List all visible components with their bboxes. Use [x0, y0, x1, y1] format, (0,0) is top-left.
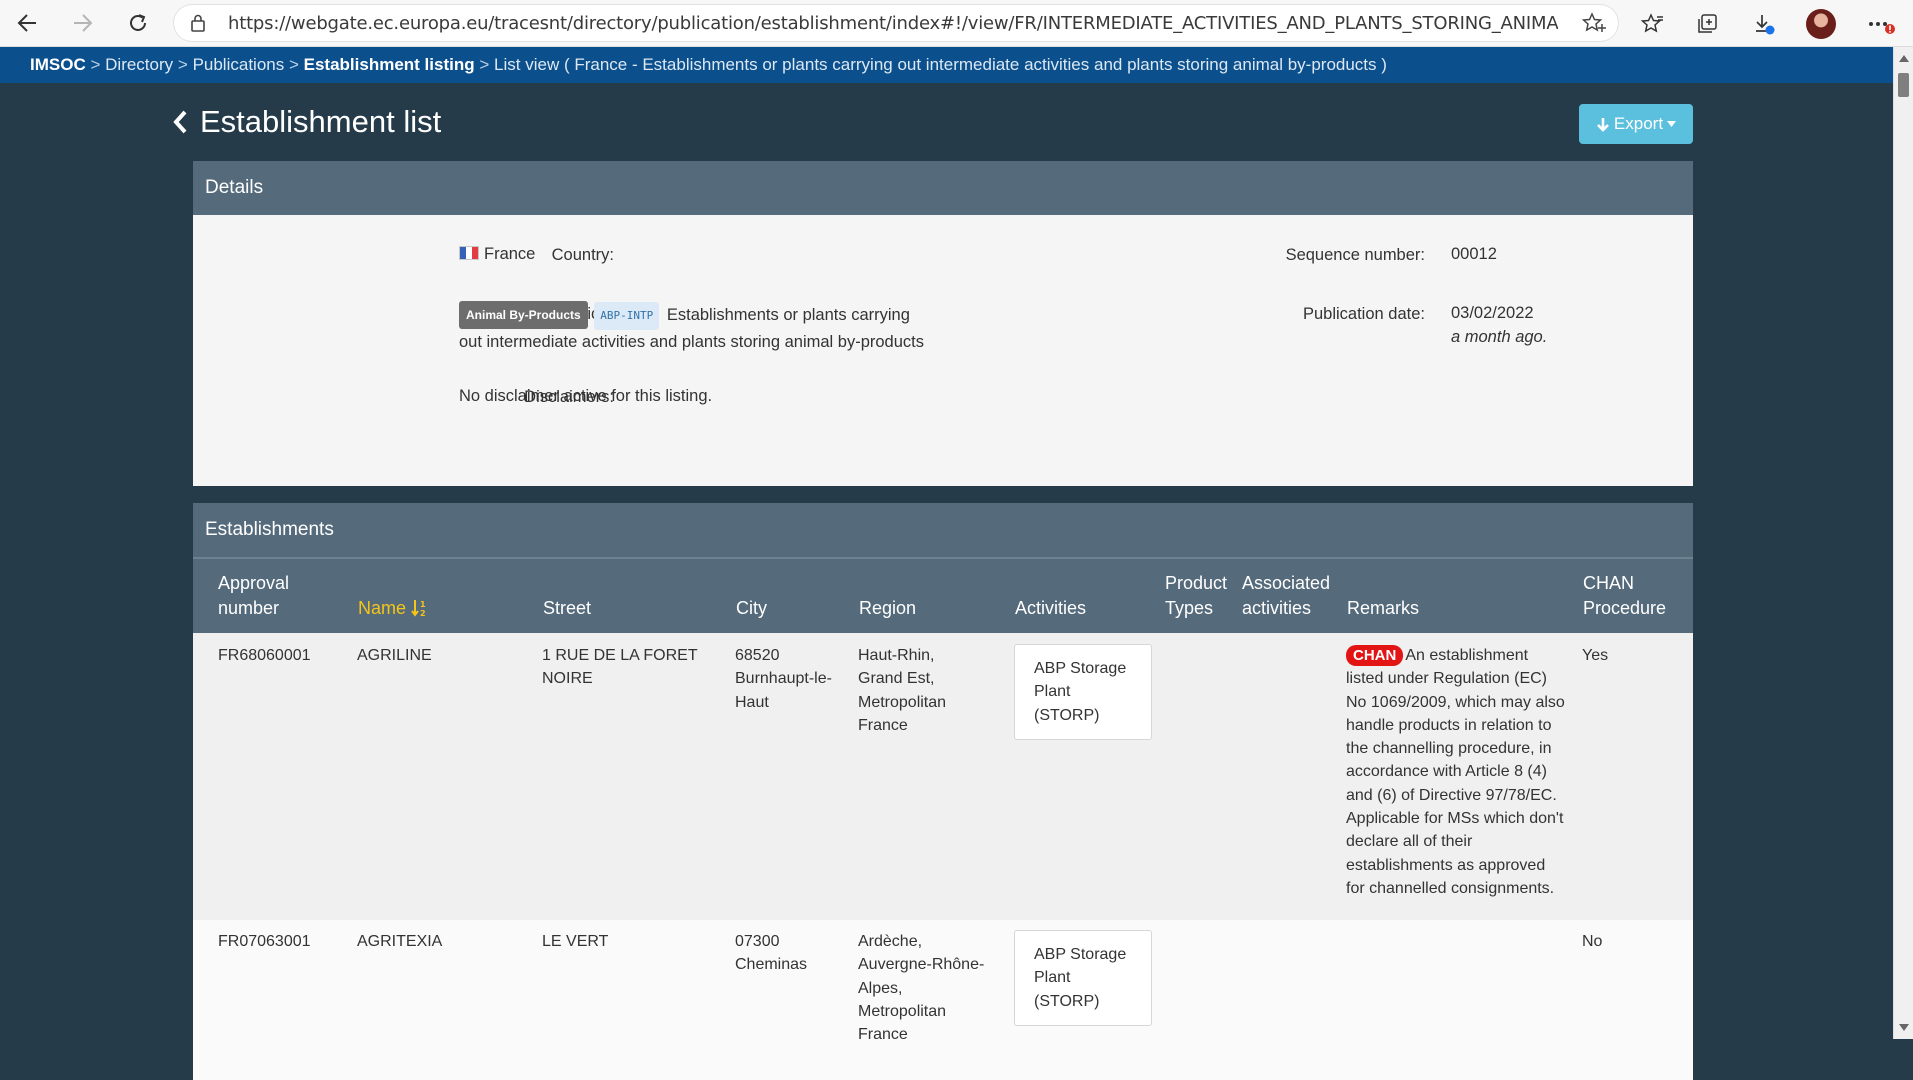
forward-button[interactable]: [66, 8, 100, 38]
breadcrumb-separator: >: [288, 55, 299, 74]
svg-text:2: 2: [420, 609, 426, 617]
chevron-left-icon[interactable]: [172, 109, 188, 135]
cell-region: Haut-Rhin, Grand Est, Metropolitan France: [858, 647, 947, 734]
download-icon: [1756, 15, 1775, 35]
publication-label: Publication date:: [1302, 305, 1425, 323]
section-text-1: Establishments or plants carrying: [666, 306, 910, 324]
export-label: Export: [1613, 114, 1664, 133]
france-flag-icon: [459, 246, 479, 260]
country-name: France: [484, 245, 536, 263]
column-chan-procedure[interactable]: CHAN Procedure: [1583, 571, 1666, 621]
section-text-2: out intermediate activities and plants s…: [459, 333, 924, 351]
chan-badge: CHAN: [1346, 645, 1404, 666]
country-value: France: [459, 242, 535, 266]
sequence-label: Sequence number:: [1285, 246, 1425, 264]
refresh-button[interactable]: [121, 8, 155, 38]
lock-icon: [191, 14, 205, 32]
cell-street: LE VERT: [542, 933, 609, 950]
cell-approval: FR68060001: [218, 647, 311, 664]
column-street[interactable]: Street: [543, 596, 591, 621]
establishments-heading: Establishments: [193, 503, 1693, 557]
scroll-down-arrow-icon[interactable]: [1899, 1024, 1909, 1031]
cell-street: 1 RUE DE LA FORET NOIRE: [542, 647, 698, 688]
cell-region: Ardèche, Auvergne-Rhône- Alpes, Metropolita…: [858, 933, 985, 1044]
caret-down-icon: [1667, 121, 1677, 127]
publication-value: 03/02/2022 a month ago.: [1451, 301, 1547, 349]
address-bar[interactable]: https://webgate.ec.europa.eu/tracesnt/di…: [174, 5, 1618, 41]
export-button[interactable]: Export: [1579, 104, 1693, 144]
column-city[interactable]: City: [736, 596, 767, 621]
disclaimers-value: No disclaimer active for this listing.: [459, 387, 713, 405]
back-button[interactable]: [10, 8, 44, 38]
sequence-value: 00012: [1451, 245, 1497, 263]
breadcrumb: IMSOC > Directory > Publications > Estab…: [0, 47, 1893, 83]
details-panel: Details Country: France Section: Animal …: [193, 161, 1693, 486]
scroll-up-arrow-icon[interactable]: [1899, 55, 1909, 62]
browser-toolbar: https://webgate.ec.europa.eu/tracesnt/di…: [0, 0, 1913, 47]
arrow-left-icon: [17, 14, 36, 32]
breadcrumb-current: List view ( France - Establishments or p…: [494, 55, 1387, 74]
section-badge: Animal By-Products: [459, 301, 588, 329]
arrow-down-icon: [1597, 117, 1609, 132]
section-code-badge: ABP-INTP: [594, 302, 660, 330]
refresh-icon: [130, 14, 146, 31]
breadcrumb-establishment-listing[interactable]: Establishment listing: [304, 55, 475, 74]
page-title: Establishment list: [172, 104, 441, 140]
table-row[interactable]: FR07063001 AGRITEXIA LE VERT 07300 Chemin…: [193, 920, 1693, 1080]
column-region[interactable]: Region: [859, 596, 916, 621]
column-product-types[interactable]: Product Types: [1165, 571, 1227, 621]
sort-ascending-icon: 12: [411, 600, 426, 618]
publication-relative: a month ago.: [1451, 328, 1548, 346]
column-name[interactable]: Name 12: [358, 596, 429, 621]
column-remarks[interactable]: Remarks: [1347, 596, 1419, 621]
profile-avatar[interactable]: [1806, 9, 1836, 39]
cell-approval: FR07063001: [218, 933, 311, 950]
column-approval-number[interactable]: Approval number: [218, 571, 289, 621]
page-title-text: Establishment list: [200, 104, 442, 139]
section-value: Animal By-Products ABP-INTP Establishmen…: [459, 301, 939, 354]
favorites-button[interactable]: [1637, 9, 1667, 39]
collections-button[interactable]: [1693, 9, 1723, 39]
table-row[interactable]: FR68060001 AGRILINE 1 RUE DE LA FORET NOI…: [193, 633, 1693, 920]
add-favorite-icon[interactable]: [1582, 12, 1608, 34]
url-text: https://webgate.ec.europa.eu/tracesnt/di…: [228, 13, 1558, 34]
cell-chan: Yes: [1582, 647, 1609, 664]
breadcrumb-separator: >: [479, 55, 490, 74]
downloads-button[interactable]: [1749, 9, 1779, 39]
more-options-icon: [1869, 22, 1895, 34]
breadcrumb-separator: >: [90, 55, 101, 74]
column-activities[interactable]: Activities: [1015, 596, 1086, 621]
settings-menu-button[interactable]: [1866, 9, 1896, 39]
breadcrumb-directory[interactable]: Directory: [105, 55, 173, 74]
cell-activity-box: ABP Storage Plant (STORP): [1014, 644, 1152, 740]
collections-icon: [1698, 14, 1717, 33]
breadcrumb-separator: >: [177, 55, 188, 74]
cell-chan: No: [1582, 933, 1603, 950]
scroll-thumb[interactable]: [1898, 73, 1909, 97]
details-heading: Details: [193, 161, 1693, 215]
publication-date: 03/02/2022: [1451, 304, 1534, 322]
page-scrollbar[interactable]: [1893, 47, 1913, 1039]
cell-remarks: CHAN An establishment listed under Regula…: [1346, 645, 1565, 897]
table-header: Approval number Name 12 Street City Regio…: [193, 557, 1693, 633]
breadcrumb-publications[interactable]: Publications: [193, 55, 285, 74]
cell-name: AGRILINE: [357, 647, 432, 664]
breadcrumb-imsoc[interactable]: IMSOC: [30, 55, 86, 74]
column-associated-activities[interactable]: Associated activities: [1242, 571, 1330, 621]
cell-activity-box: ABP Storage Plant (STORP): [1014, 930, 1152, 1026]
cell-city: 07300 Cheminas: [735, 933, 808, 974]
cell-name: AGRITEXIA: [357, 933, 443, 950]
establishments-panel: Establishments Approval number Name 12 St…: [193, 503, 1693, 1080]
cell-city: 68520 Burnhaupt-le- Haut: [735, 647, 832, 711]
svg-text:1: 1: [420, 600, 426, 609]
arrow-right-icon: [74, 14, 93, 32]
details-body: Country: France Section: Animal By-Produ…: [193, 215, 1693, 486]
favorites-star-icon: [1640, 13, 1663, 33]
